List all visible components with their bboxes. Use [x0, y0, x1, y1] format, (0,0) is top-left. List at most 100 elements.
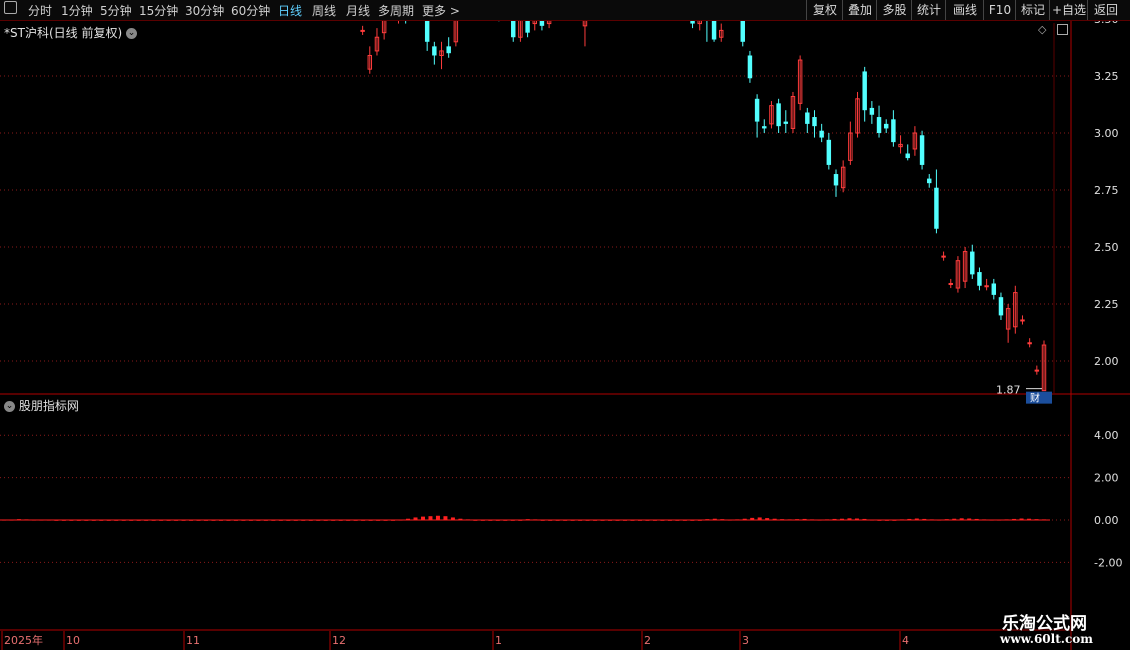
price-tick-label: 2.75 [1094, 184, 1119, 197]
period-daily[interactable]: 日线 [278, 2, 302, 19]
candle-body [998, 297, 1004, 316]
candle [1005, 304, 1011, 343]
multi-stock-button[interactable]: 多股 [876, 0, 912, 20]
candle [1034, 365, 1040, 375]
candle [941, 251, 946, 261]
candle [848, 121, 853, 165]
chevron-down-icon[interactable]: ⌄ [125, 28, 137, 39]
more-menu[interactable]: 更多 > [422, 2, 460, 19]
candle [805, 107, 810, 133]
price-tick-label: 3.25 [1094, 70, 1119, 83]
candle [905, 144, 910, 161]
candle [955, 256, 961, 293]
price-tick-label: 3.50 [1094, 21, 1119, 26]
period-30min[interactable]: 30分钟 [185, 2, 224, 19]
candle [740, 21, 745, 47]
candle [833, 169, 839, 197]
indicator-title: 股朋指标网 [18, 399, 79, 413]
period-60min[interactable]: 60分钟 [231, 2, 270, 19]
candle [397, 21, 399, 24]
candle-body [432, 46, 437, 56]
square-menu-icon[interactable] [4, 1, 17, 14]
candle [869, 101, 875, 124]
candle-body [869, 107, 875, 115]
top-toolbar: 分时 1分钟 5分钟 15分钟 30分钟 60分钟 日线 周线 月线 多周期 更… [0, 0, 1130, 21]
panel-toggle-icon[interactable] [1057, 24, 1068, 35]
candle-body [1027, 342, 1032, 345]
candle-body [970, 251, 975, 275]
candle [582, 21, 588, 47]
time-axis-label: 3 [742, 634, 749, 647]
draw-line-button[interactable]: 画线 [945, 0, 984, 20]
candle-body [991, 283, 997, 295]
candle [783, 110, 789, 133]
candle [762, 119, 767, 133]
time-axis-label: 1 [495, 634, 502, 647]
candle [511, 21, 516, 42]
statistics-button[interactable]: 统计 [911, 0, 946, 20]
candle [769, 101, 774, 129]
candle [984, 278, 989, 291]
candle [754, 94, 760, 138]
f10-button[interactable]: F10 [983, 0, 1016, 20]
candle [819, 123, 824, 143]
candle-body [941, 255, 946, 258]
time-axis-label: 10 [66, 634, 80, 647]
back-button[interactable]: 返回 [1087, 0, 1124, 20]
candle [876, 105, 882, 138]
candle [790, 91, 796, 133]
mark-button[interactable]: 标记 [1015, 0, 1050, 20]
period-monthly[interactable]: 月线 [346, 2, 370, 19]
candle [862, 66, 867, 122]
candle-body [819, 130, 824, 138]
candle-body [805, 112, 810, 124]
indicator-series [0, 515, 1050, 521]
period-5min[interactable]: 5分钟 [100, 2, 132, 19]
candle-body [424, 21, 430, 42]
candle [912, 126, 918, 156]
candle [797, 55, 803, 111]
period-intraday[interactable]: 分时 [28, 2, 52, 19]
candle [525, 21, 530, 38]
period-1min[interactable]: 1分钟 [61, 2, 93, 19]
candle [367, 46, 373, 74]
candle [453, 21, 459, 47]
period-weekly[interactable]: 周线 [312, 2, 336, 19]
candle [518, 21, 523, 42]
candle-body [876, 117, 882, 133]
candle [1020, 315, 1025, 325]
indicator-title-bar[interactable]: ⌄ 股朋指标网 [4, 397, 79, 414]
period-15min[interactable]: 15分钟 [139, 2, 178, 19]
candle [747, 50, 753, 83]
candle-body [862, 71, 867, 111]
overlay-button[interactable]: 叠加 [842, 0, 877, 20]
axis-labels: 4.504.254.003.753.503.253.002.752.502.25… [4, 21, 1122, 647]
candle-body [754, 98, 760, 122]
candle-body [891, 119, 896, 143]
candle [690, 21, 695, 29]
candle-body [690, 21, 695, 24]
candle [405, 21, 407, 24]
candle [706, 21, 708, 42]
period-multi[interactable]: 多周期 [378, 2, 414, 19]
chart-area[interactable]: 4.504.254.003.753.503.253.002.752.502.25… [0, 21, 1130, 650]
candle [991, 278, 997, 300]
candle [948, 278, 953, 289]
candle [719, 23, 724, 42]
candle [977, 267, 982, 291]
diamond-icon[interactable]: ◇ [1038, 23, 1046, 36]
adjust-button[interactable]: 复权 [806, 0, 843, 20]
candle-body [740, 21, 745, 42]
price-tick-label: 3.00 [1094, 127, 1119, 140]
candle-body [776, 103, 781, 127]
time-axis-label: 4 [902, 634, 909, 647]
indicator-bar [443, 516, 448, 520]
indicator-tick-label: 4.00 [1094, 429, 1119, 442]
candle-body [711, 21, 717, 40]
candle [855, 91, 860, 138]
candle [446, 37, 451, 58]
stock-title-bar[interactable]: *ST沪科(日线 前复权) ⌄ [4, 24, 137, 41]
add-watchlist-button[interactable]: +自选 [1049, 0, 1088, 20]
time-axis-label: 2 [644, 634, 651, 647]
chevron-down-icon[interactable]: ⌄ [4, 401, 15, 412]
